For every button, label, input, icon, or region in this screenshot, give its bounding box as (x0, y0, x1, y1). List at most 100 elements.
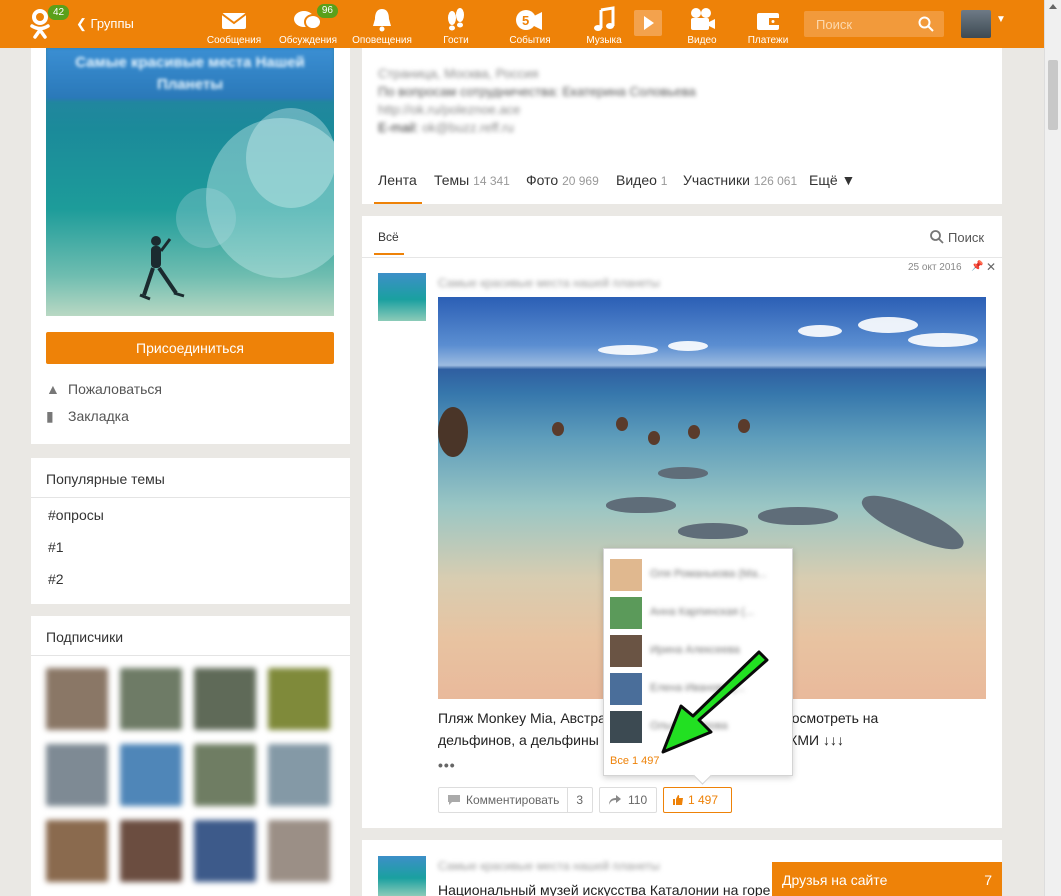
comment-label: Комментировать (466, 793, 560, 807)
bookmark-label: Закладка (68, 408, 129, 424)
tab-photos[interactable]: Фото 20 969 (526, 172, 599, 188)
user-avatar[interactable] (961, 10, 991, 38)
nav-payments[interactable]: Платежи (736, 6, 800, 46)
liker-avatar (610, 559, 642, 591)
tab-feed[interactable]: Лента (378, 172, 417, 188)
join-group-button[interactable]: Присоединиться (46, 332, 334, 364)
top-search-input[interactable] (804, 11, 914, 37)
tab-more[interactable]: Ещё ▼ (809, 172, 855, 188)
bell-icon (373, 9, 391, 32)
divider (31, 497, 350, 498)
liker-item[interactable]: Анна Карпинская (... (610, 597, 786, 629)
liker-item[interactable]: Оля Романькова (Ма... (610, 559, 786, 591)
nav-events[interactable]: 5 События (498, 6, 562, 46)
notifications-count-badge: 42 (48, 5, 70, 20)
tab-count: 1 (660, 174, 668, 188)
tab-label: Лента (378, 172, 417, 188)
nav-messages[interactable]: Сообщения (202, 6, 266, 46)
video-camera-icon (691, 8, 715, 30)
comment-button[interactable]: Комментировать 3 (438, 787, 593, 813)
subscriber-avatar[interactable] (194, 744, 256, 806)
topic-tag[interactable]: #1 (48, 539, 64, 555)
nav-label: Видео (687, 35, 717, 46)
subscriber-avatar[interactable] (120, 668, 182, 730)
like-button[interactable]: 1 497 (663, 787, 732, 813)
nav-guests[interactable]: Гости (424, 6, 488, 46)
email-label: E-mail: (378, 120, 419, 135)
popular-topics-title: Популярные темы (46, 471, 165, 487)
nav-video[interactable]: Видео (670, 6, 734, 46)
friends-online-bar[interactable]: Друзья на сайте 7 (772, 862, 1002, 896)
page-scrollbar[interactable] (1044, 0, 1061, 896)
friends-online-count: 7 (984, 872, 992, 888)
footprints-icon (448, 8, 464, 31)
close-icon[interactable]: ✕ (986, 260, 996, 274)
tab-count: 20 969 (562, 174, 599, 188)
post-group-avatar[interactable] (378, 856, 426, 896)
subscriber-avatar[interactable] (268, 668, 330, 730)
liker-avatar (610, 597, 642, 629)
envelope-icon (221, 13, 247, 29)
music-play-button[interactable] (634, 10, 662, 36)
bookmark-icon: ▮ (46, 408, 54, 424)
nav-label: Оповещения (352, 35, 412, 46)
topic-tag[interactable]: #2 (48, 571, 64, 587)
tab-topics[interactable]: Темы 14 341 (434, 172, 510, 188)
subscriber-avatar[interactable] (120, 744, 182, 806)
subscriber-avatar[interactable] (268, 744, 330, 806)
warning-icon: ▲ (46, 381, 60, 397)
wallet-icon (757, 13, 779, 30)
chevron-left-icon: ❮ (76, 16, 91, 31)
subscriber-avatar[interactable] (194, 668, 256, 730)
nav-label: Платежи (747, 35, 789, 46)
email-value[interactable]: ok@buzz.reff.ru (422, 120, 514, 135)
nav-label: События (509, 35, 551, 46)
subscriber-avatar[interactable] (120, 820, 182, 882)
active-filter-indicator (374, 253, 404, 255)
tab-label: Видео (616, 172, 657, 188)
nav-discussions[interactable]: Обсуждения 96 (276, 4, 340, 46)
group-website[interactable]: http://ok.ru/poleznoe.ace (378, 102, 520, 117)
complain-link[interactable]: ▲ Пожаловаться (46, 381, 162, 397)
bookmark-link[interactable]: ▮ Закладка (46, 408, 129, 425)
feed-search-button[interactable]: Поиск (930, 230, 984, 245)
tab-label: Фото (526, 172, 559, 188)
subscriber-avatar[interactable] (268, 820, 330, 882)
liker-avatar (610, 635, 642, 667)
chevron-down-icon[interactable]: ▼ (996, 14, 1006, 25)
divider (362, 257, 1002, 258)
feed-filter-all[interactable]: Всё (378, 230, 399, 244)
subscriber-avatar[interactable] (46, 820, 108, 882)
scroll-up-arrow-icon[interactable] (1049, 4, 1057, 9)
post-group-avatar[interactable] (378, 273, 426, 321)
nav-label: Музыка (586, 35, 622, 46)
subscriber-avatar[interactable] (194, 820, 256, 882)
nav-notifications[interactable]: Оповещения (350, 6, 414, 46)
divider (31, 655, 350, 656)
tab-members[interactable]: Участники 126 061 (683, 172, 797, 188)
search-icon[interactable] (918, 16, 934, 32)
topic-tag[interactable]: #опросы (48, 507, 104, 523)
groups-back-link[interactable]: ❮ Группы (76, 16, 134, 32)
show-more-button[interactable]: ••• (438, 757, 456, 773)
liker-avatar (610, 673, 642, 705)
groups-link-label: Группы (90, 16, 134, 31)
music-note-icon (594, 6, 615, 31)
subscriber-avatar[interactable] (46, 668, 108, 730)
group-location: Страница, Москва, Россия (378, 66, 539, 81)
post-group-name[interactable]: Самые красивые места нашей планеты (438, 276, 660, 290)
complain-label: Пожаловаться (68, 381, 163, 397)
play-icon (644, 16, 654, 30)
subscriber-avatar[interactable] (46, 744, 108, 806)
share-button[interactable]: 110 (599, 787, 657, 813)
share-arrow-icon (609, 795, 621, 805)
nav-music[interactable]: Музыка (572, 6, 636, 46)
like-count: 1 497 (688, 793, 719, 807)
pin-icon[interactable]: 📌 (971, 261, 983, 272)
tab-video[interactable]: Видео 1 (616, 172, 667, 188)
scroll-thumb[interactable] (1048, 60, 1058, 130)
search-icon (930, 230, 944, 244)
tab-count: 126 061 (753, 174, 798, 188)
all-likes-link[interactable]: Все 1 497 (610, 755, 660, 767)
post-group-name[interactable]: Самые красивые места нашей планеты (438, 859, 660, 873)
